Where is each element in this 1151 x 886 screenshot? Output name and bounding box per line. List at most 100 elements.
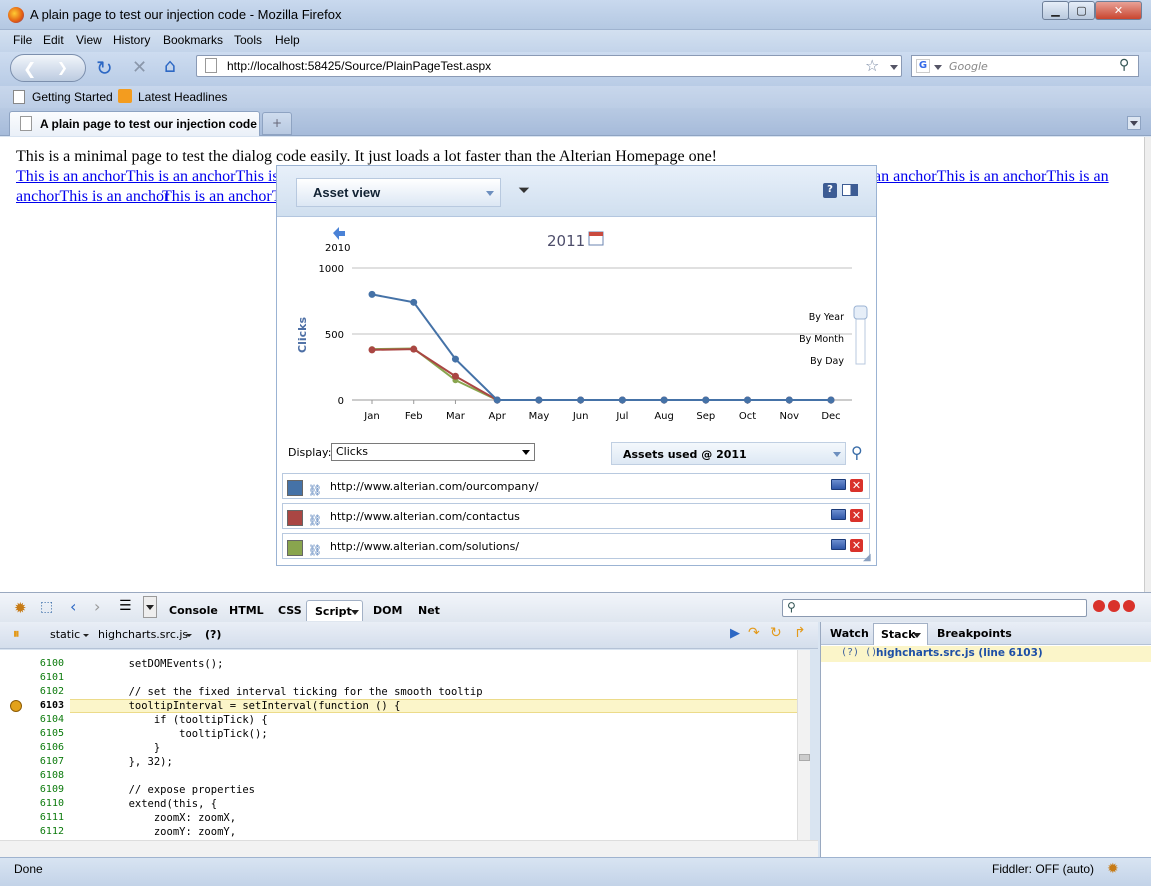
stop-icon[interactable]: ✕ [132,57,147,78]
view-select[interactable]: Asset view [296,178,501,207]
bookmark-getting-started[interactable]: Getting Started [32,90,113,104]
continue-icon[interactable]: ▶ [730,626,740,641]
filter-icon[interactable]: ⏷ [518,181,530,199]
panel-toggle-icon[interactable] [842,184,858,196]
data-point[interactable] [368,290,376,298]
remove-icon[interactable]: ✕ [850,509,863,522]
code-horizontal-scrollbar[interactable] [0,840,818,857]
close-button[interactable]: ✕ [1095,1,1142,20]
assets-used-select[interactable]: Assets used @ 2011 [611,442,846,465]
data-point[interactable] [660,396,668,404]
firebug-status-icon[interactable]: ✹ [1107,861,1119,877]
code-scrollbar[interactable] [797,650,810,840]
tab-list-button[interactable] [1127,116,1141,130]
forward-arrow-icon[interactable]: ❯ [57,61,68,76]
help-icon[interactable]: ? [823,183,837,198]
pause-icon[interactable]: ⏸ [13,627,20,642]
new-tab-button[interactable]: + [262,112,292,135]
data-point[interactable] [493,396,501,404]
bookmark-star-icon[interactable]: ☆ [865,56,879,75]
data-point[interactable] [368,346,376,354]
tab-dom[interactable]: DOM [373,604,402,617]
zoom-by-day[interactable]: By Day [810,356,844,367]
stack-frame-link[interactable]: highcharts.src.js (line 6103) [876,647,1043,659]
search-engine-dropdown-icon[interactable] [934,65,942,70]
preview-icon[interactable] [831,479,846,490]
preview-icon[interactable] [831,539,846,550]
line-number[interactable]: 6112 [0,826,64,837]
data-point[interactable] [785,396,793,404]
line-number[interactable]: 6110 [0,798,64,809]
data-point[interactable] [618,396,626,404]
menu-tools[interactable]: Tools [234,33,262,47]
forward-arrow-icon[interactable]: › [94,597,100,616]
tab-script[interactable]: Script [306,600,363,621]
zoom-by-year[interactable]: By Year [809,312,844,323]
data-point[interactable] [451,355,459,363]
step-into-icon[interactable]: ↻ [770,625,782,641]
bookmark-latest-headlines[interactable]: Latest Headlines [138,90,227,104]
firebug-icon[interactable]: ✹ [14,599,27,617]
display-select[interactable]: Clicks [331,443,535,461]
line-number[interactable]: 6107 [0,756,64,767]
back-arrow-icon[interactable]: ❮ [23,59,36,78]
menu-history[interactable]: History [113,33,150,47]
tab-css[interactable]: CSS [278,604,302,617]
page-scrollbar[interactable] [1144,137,1151,592]
data-point[interactable] [577,396,585,404]
line-number[interactable]: 6104 [0,714,64,725]
remove-icon[interactable]: ✕ [850,539,863,552]
anchor-link[interactable]: anchorThis is an anchor [16,188,169,206]
script-type-selector[interactable]: static [50,628,80,641]
panel-menu-button[interactable] [143,596,157,618]
fiddler-status[interactable]: Fiddler: OFF (auto) [992,862,1094,876]
anchor-link[interactable]: This is an anchorThis is an anchorThis i… [16,168,298,186]
data-point[interactable] [744,396,752,404]
maximize-button[interactable]: ▢ [1068,1,1095,20]
close-icon[interactable] [1123,600,1135,612]
minimize-icon[interactable] [1093,600,1105,612]
tab-active[interactable]: A plain page to test our injection code [9,111,260,136]
menu-file[interactable]: File [13,33,32,47]
previous-year-button[interactable]: 2010 [325,227,350,254]
line-number[interactable]: 6106 [0,742,64,753]
preview-icon[interactable] [831,509,846,520]
google-engine-icon[interactable]: G [916,59,930,73]
remove-icon[interactable]: ✕ [850,479,863,492]
line-number[interactable]: 6100 [0,658,64,669]
zoom-slider-handle[interactable] [853,305,868,320]
data-point[interactable] [535,396,543,404]
resize-grip-icon[interactable]: ◢ [863,552,871,563]
line-number[interactable]: 6102 [0,686,64,697]
home-icon[interactable]: ⌂ [164,55,176,77]
line-number[interactable]: 6108 [0,770,64,781]
back-arrow-icon[interactable]: ‹ [70,597,76,616]
scroll-thumb[interactable] [799,754,810,761]
step-over-icon[interactable]: ↷ [748,625,760,641]
search-magnifier-icon[interactable]: ⚲ [1119,57,1129,73]
detach-icon[interactable] [1108,600,1120,612]
data-point[interactable] [827,396,835,404]
url-bar[interactable]: http://localhost:58425/Source/PlainPageT… [196,55,902,77]
inspect-icon[interactable]: ⬚ [40,599,53,615]
list-icon[interactable]: ☰ [119,598,132,614]
data-point[interactable] [410,345,418,353]
menu-edit[interactable]: Edit [43,33,64,47]
calendar-icon[interactable] [588,231,604,246]
anchor-link[interactable]: This is an anchorTh [162,188,290,206]
zoom-by-month[interactable]: By Month [799,334,844,345]
tab-breakpoints[interactable]: Breakpoints [937,627,1012,640]
line-number[interactable]: 6111 [0,812,64,823]
minimize-button[interactable]: ▁ [1042,1,1069,20]
url-history-dropdown-icon[interactable] [890,65,898,70]
tab-net[interactable]: Net [418,604,440,617]
menu-help[interactable]: Help [275,33,300,47]
anchor-link[interactable]: an anchorThis is an anchorThis is an [874,168,1109,186]
firebug-search-input[interactable]: ⚲ [782,599,1087,617]
data-point[interactable] [451,372,459,380]
line-number[interactable]: 6101 [0,672,64,683]
line-number[interactable]: 6105 [0,728,64,739]
search-icon[interactable]: ⚲ [851,443,863,462]
file-selector[interactable]: highcharts.src.js [98,628,188,641]
data-point[interactable] [410,298,418,306]
